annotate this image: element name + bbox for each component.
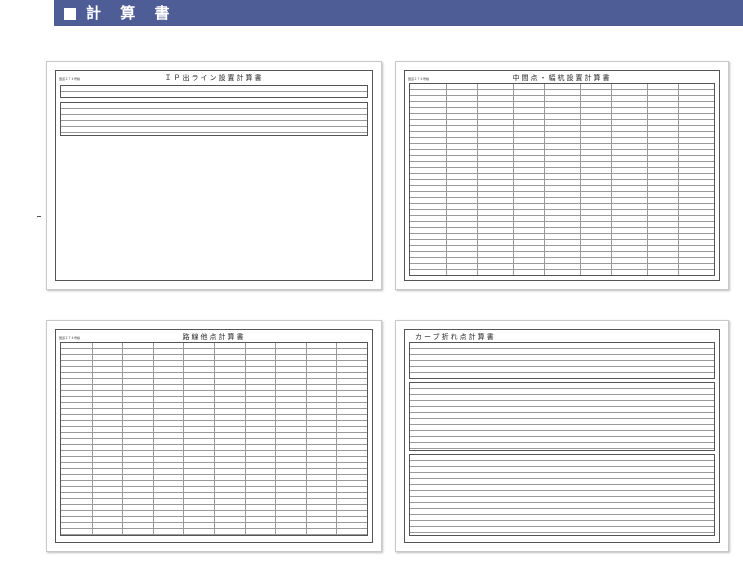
summary-grid xyxy=(409,342,715,379)
table-grid-lower xyxy=(409,454,715,536)
document-title: 路線他点計算書 xyxy=(182,333,246,341)
document-route-note: 国道２７４号線 xyxy=(59,336,81,340)
document-thumbnail-ip[interactable]: ＩＰ出ライン設置計算書 国道２７４号線 xyxy=(46,61,382,290)
document-title: 中間点・幅杭設置計算書 xyxy=(512,74,612,82)
margin-dash xyxy=(37,216,41,217)
document-route-note: 国道２７４号線 xyxy=(408,77,430,81)
table-header-grid xyxy=(60,85,368,98)
section-title: 計 算 書 xyxy=(86,4,177,22)
document-page: 路線他点計算書 国道２７４号線 xyxy=(55,329,373,543)
table-grid xyxy=(60,342,368,536)
document-thumbnail-route[interactable]: 路線他点計算書 国道２７４号線 xyxy=(46,320,382,552)
table-grid xyxy=(409,83,715,276)
document-route-note: 国道２７４号線 xyxy=(59,77,81,81)
table-body-grid xyxy=(60,102,368,136)
section-header: 計 算 書 xyxy=(54,0,743,26)
document-title: カーブ折れ点計算書 xyxy=(415,333,496,341)
document-thumbnail-intermediate[interactable]: 中間点・幅杭設置計算書 国道２７４号線 xyxy=(395,61,729,290)
document-page: ＩＰ出ライン設置計算書 国道２７４号線 xyxy=(55,70,373,281)
document-page: カーブ折れ点計算書 xyxy=(404,329,720,543)
square-icon xyxy=(64,8,76,20)
document-page: 中間点・幅杭設置計算書 国道２７４号線 xyxy=(404,70,720,281)
document-title: ＩＰ出ライン設置計算書 xyxy=(164,74,264,82)
document-thumbnail-curve[interactable]: カーブ折れ点計算書 xyxy=(395,320,729,552)
table-grid-upper xyxy=(409,382,715,451)
